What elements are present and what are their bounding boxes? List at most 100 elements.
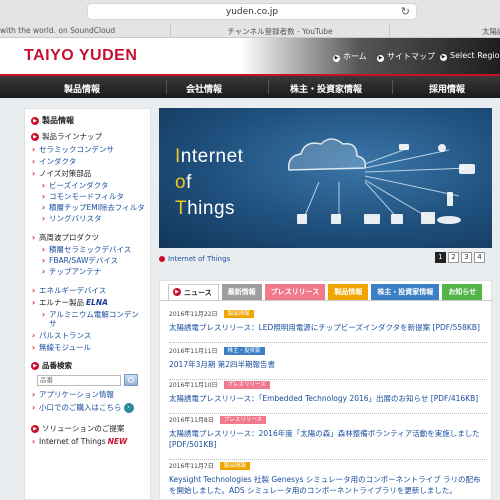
news-link[interactable]: 2017年3月期 第2四半期報告書 xyxy=(169,359,487,370)
news-meta: 2016年11月22日 製品情報 xyxy=(169,309,487,318)
sidebar-item-emi-filter[interactable]: 積層チップEMI除去フィルタ xyxy=(31,203,146,212)
part-number-input[interactable] xyxy=(37,374,121,386)
banner-caption-link[interactable]: Internet of Things xyxy=(159,255,230,263)
nav-products[interactable]: 製品情報 xyxy=(64,82,100,95)
news-meta: 2016年11月8日 プレスリリース xyxy=(169,415,487,424)
go-icon: › xyxy=(123,402,134,413)
spacer xyxy=(31,278,146,283)
news-badge: 株主・投資家 xyxy=(223,346,265,355)
tab-investors[interactable]: 株主・投資家情報 xyxy=(371,284,440,300)
tab-latest[interactable]: 最新情報 xyxy=(221,284,262,300)
arrow-icon: ▶ xyxy=(31,116,39,125)
browser-chrome: yuden.co.jp ↻ with the world. on SoundCl… xyxy=(0,0,500,38)
sidebar-item-inductor[interactable]: インダクタ xyxy=(31,157,146,166)
news-title-label: ニュース xyxy=(184,289,212,297)
pager-1[interactable]: 1 xyxy=(435,252,446,263)
arrow-icon: ▶ xyxy=(440,54,447,61)
news-badge: プレスリリース xyxy=(219,415,266,424)
url-text: yuden.co.jp xyxy=(225,7,279,17)
iot-link[interactable]: Internet of ThingsNEW xyxy=(31,437,146,446)
sidebar-item-chip-antenna[interactable]: チップアンテナ xyxy=(31,267,146,276)
news-link[interactable]: 太陽誘電プレスリリース：LED照明用電源にチップビーズインダクタを新提案 [PD… xyxy=(169,322,487,333)
banner-pager: 1 2 3 4 xyxy=(433,252,485,263)
small-order-link[interactable]: 小口でのご購入はこちら› xyxy=(31,402,146,413)
search-icon[interactable] xyxy=(124,374,138,386)
news-item: 2016年11月11日 株主・投資家 2017年3月期 第2四半期報告書 xyxy=(169,346,487,380)
sidebar-item-common-mode[interactable]: コモンモードフィルタ xyxy=(31,192,146,201)
banner-initial: T xyxy=(175,198,188,219)
news-badge: 製品情報 xyxy=(223,309,254,318)
tab-strip: with the world. on SoundCloud チャンネル登録者数 … xyxy=(0,23,500,38)
news-item: 2016年11月22日 製品情報 太陽誘電プレスリリース：LED照明用電源にチップ… xyxy=(169,309,487,343)
tab-press-release[interactable]: プレスリリース xyxy=(264,284,326,300)
tab-taiyo[interactable]: 太陽誘 xyxy=(390,23,500,38)
news-panel: ▶ ニュース 最新情報 プレスリリース 製品情報 株主・投資家情報 お知らせ 20… xyxy=(159,280,493,500)
sidebar-title: ▶ 製品情報 xyxy=(31,115,146,126)
home-link[interactable]: ▶ ホーム xyxy=(333,51,367,62)
sidebar-item-ceramic-capacitor[interactable]: セラミックコンデンサ xyxy=(31,145,146,154)
nav-company[interactable]: 会社情報 xyxy=(186,82,222,95)
banner-initial: o xyxy=(175,172,187,193)
news-date: 2016年11月7日 xyxy=(169,463,214,470)
sitemap-link[interactable]: ▶ サイトマップ xyxy=(377,51,435,62)
pager-4[interactable]: 4 xyxy=(474,252,485,263)
sidebar-item-elna[interactable]: エルナー製品ELNA xyxy=(31,298,146,307)
elna-logo: ELNA xyxy=(86,298,108,307)
iot-illustration xyxy=(288,138,475,224)
iot-label: Internet of Things xyxy=(39,437,106,446)
news-date: 2016年11月8日 xyxy=(169,417,214,424)
news-divider xyxy=(160,300,493,301)
nav-divider xyxy=(392,80,393,94)
news-link[interactable]: 太陽誘電プレスリリース：「Embedded Technology 2016」出展… xyxy=(169,393,487,404)
hero-banner[interactable]: Internet of Things xyxy=(159,108,492,248)
tab-youtube[interactable]: チャンネル登録者数 - YouTube xyxy=(170,23,390,38)
sidebar-item-rf[interactable]: 高周波プロダクツ xyxy=(31,233,146,242)
news-link[interactable]: 太陽誘電プレスリリース：2016年度「太陽の森」森林整備ボランティア活動を実施し… xyxy=(169,428,487,450)
banner-caption: Internet of Things xyxy=(168,255,231,263)
banner-word: hings xyxy=(187,198,236,219)
product-list: セラミックコンデンサ インダクタ ノイズ対策部品 ビーズインダクタ コモンモード… xyxy=(31,145,146,352)
sidebar-item-ring-varistor[interactable]: リングバリスタ xyxy=(31,214,146,223)
sidebar: ▶製品情報 ▶製品ラインナップ セラミックコンデンサ インダクタ ノイズ対策部品… xyxy=(24,108,151,500)
news-date: 2016年11月11日 xyxy=(169,348,218,355)
home-label: ホーム xyxy=(343,52,367,61)
tab-notices[interactable]: お知らせ xyxy=(442,284,483,300)
nav-divider xyxy=(166,80,167,94)
arrow-icon xyxy=(159,256,165,262)
news-date: 2016年11月10日 xyxy=(169,382,218,389)
select-region-label: Select Region xyxy=(450,51,500,60)
sidebar-item-energy[interactable]: エネルギーデバイス xyxy=(31,286,146,295)
app-info-link[interactable]: アプリケーション情報 xyxy=(31,389,146,400)
banner-word: nternet xyxy=(180,146,244,167)
news-meta: 2016年11月11日 株主・投資家 xyxy=(169,346,487,355)
banner-line-things: Things xyxy=(175,198,235,220)
sidebar-title-label: 製品情報 xyxy=(42,116,74,125)
solutions-title: ソリューションのご提案 xyxy=(42,424,125,433)
arrow-icon: ▶ xyxy=(377,55,384,62)
pager-3[interactable]: 3 xyxy=(461,252,472,263)
sidebar-item-ceramic-device[interactable]: 積層セラミックデバイス xyxy=(31,245,146,254)
sidebar-item-pulse[interactable]: パルストランス xyxy=(31,331,146,340)
sidebar-item-noise[interactable]: ノイズ対策部品 xyxy=(31,169,146,178)
news-date: 2016年11月22日 xyxy=(169,311,218,318)
banner-word: f xyxy=(186,172,192,193)
reload-icon[interactable]: ↻ xyxy=(401,5,410,18)
sidebar-item-fbar-saw[interactable]: FBAR/SAWデバイス xyxy=(31,256,146,265)
arrow-icon: ▶ xyxy=(31,132,39,141)
address-bar[interactable]: yuden.co.jp ↻ xyxy=(87,3,417,20)
pager-2[interactable]: 2 xyxy=(448,252,459,263)
nav-careers[interactable]: 採用情報 xyxy=(429,82,465,95)
nav-investors[interactable]: 株主・投資家情報 xyxy=(290,82,362,95)
banner-line-of: of xyxy=(175,172,192,194)
select-region-link[interactable]: ▶ Select Region xyxy=(440,51,500,61)
lineup-heading[interactable]: ▶ 製品ラインナップ xyxy=(31,131,146,142)
taiyo-yuden-logo[interactable]: TAIYO YUDEN xyxy=(24,47,137,65)
small-order-label: 小口でのご購入はこちら xyxy=(39,403,122,412)
tab-soundcloud[interactable]: with the world. on SoundCloud xyxy=(0,23,170,38)
elna-label: エルナー製品 xyxy=(39,298,84,307)
news-link[interactable]: Keysight Technologies 社製 Genesys シミュレータ用… xyxy=(169,474,487,496)
tab-product-info[interactable]: 製品情報 xyxy=(328,284,369,300)
sidebar-item-beads[interactable]: ビーズインダクタ xyxy=(31,181,146,190)
sidebar-item-aluminum[interactable]: アルミニウム電解コンデンサ xyxy=(31,310,146,328)
sidebar-item-wireless[interactable]: 無線モジュール xyxy=(31,343,146,352)
